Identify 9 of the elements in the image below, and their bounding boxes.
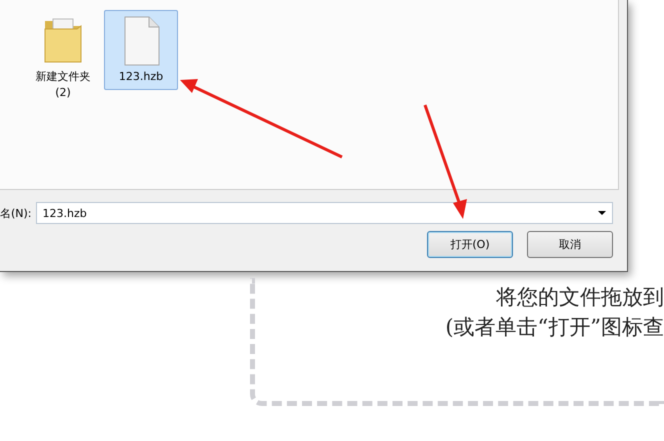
caret-icon[interactable] bbox=[598, 211, 606, 215]
file-name-field[interactable]: 123.hzb bbox=[36, 202, 613, 224]
dialog-button[interactable]: 打开(O) bbox=[427, 231, 513, 258]
dialog-button[interactable]: 取消 bbox=[527, 231, 613, 258]
drop-instruction: 将您的文件拖放到 bbox=[496, 284, 664, 311]
file-item[interactable]: 新建文件夹 (2) bbox=[26, 10, 100, 106]
drop-instruction: (或者单击“打开”图标查 bbox=[445, 314, 664, 341]
file-name-label: 名(N): bbox=[0, 206, 32, 220]
file-item[interactable]: 123.hzb bbox=[104, 10, 178, 90]
